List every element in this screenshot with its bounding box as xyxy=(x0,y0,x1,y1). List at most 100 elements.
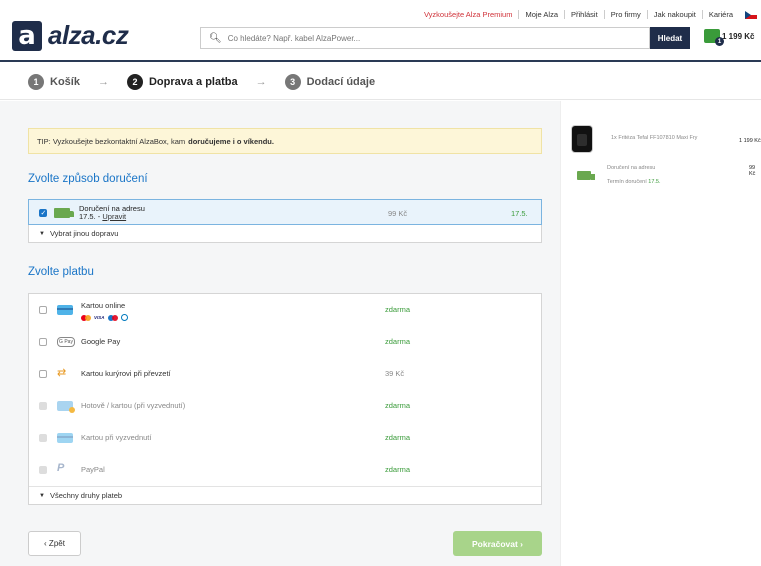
payment-label: Hotově / kartou (při vyzvednutí) xyxy=(81,401,186,410)
back-button[interactable]: ‹ Zpět xyxy=(28,531,81,556)
summary-product: 1x Fritéza Tefal FF107810 Maxi Fry xyxy=(611,135,698,141)
search-button[interactable]: Hledat xyxy=(650,27,690,49)
payment-price: 39 Kč xyxy=(385,369,405,378)
maestro-icon xyxy=(107,314,118,321)
truck-icon xyxy=(54,208,74,218)
step-delivery-details: 3 Dodací údaje xyxy=(284,73,376,90)
payment-checkbox xyxy=(39,466,47,474)
delivery-options: Doručení na adresu 17.5. - Upravit 99 Kč… xyxy=(28,199,542,243)
choose-other-delivery[interactable]: ▼ Vybrat jinou dopravu xyxy=(29,224,541,242)
choose-other-delivery-label: Vybrat jinou dopravu xyxy=(49,229,119,238)
payment-option-google-pay[interactable]: G Pay Google Pay zdarma xyxy=(29,326,541,358)
payment-price: zdarma xyxy=(385,401,411,410)
main-content: TIP: Vyzkoušejte bezkontaktní AlzaBox, k… xyxy=(0,101,560,566)
cart-icon: 1 xyxy=(704,29,724,46)
my-alza-link[interactable]: Moje Alza xyxy=(518,10,564,19)
business-link[interactable]: Pro firmy xyxy=(603,10,647,19)
top-links: Vyzkoušejte Alza Premium Moje Alza Přihl… xyxy=(418,10,761,19)
payment-checkbox[interactable] xyxy=(39,338,47,346)
credit-card-icon xyxy=(57,305,73,315)
edit-delivery-link[interactable]: Upravit xyxy=(102,212,126,221)
summary-term: Termín doručení 17.5. xyxy=(607,179,661,185)
card-exchange-icon: ⇄ xyxy=(57,367,67,379)
payment-option-card-courier[interactable]: ⇄ Kartou kurýrovi při převzetí 39 Kč xyxy=(29,358,541,390)
summary-product-price: 1 199 Kč xyxy=(739,138,761,144)
step-number: 3 xyxy=(284,73,301,90)
delivery-option-date: 17.5. - xyxy=(79,212,101,221)
payment-price: zdarma xyxy=(385,305,411,314)
tip-banner: TIP: Vyzkoušejte bezkontaktní AlzaBox, k… xyxy=(28,128,542,154)
delivery-date: 17.5. xyxy=(511,209,528,218)
top-bar: a alza.cz Vyzkoušejte Alza Premium Moje … xyxy=(0,0,761,62)
truck-icon xyxy=(577,171,595,180)
step-number: 2 xyxy=(126,73,143,90)
payment-checkbox[interactable] xyxy=(39,370,47,378)
delivery-title: Zvolte způsob doručení xyxy=(28,173,148,185)
payment-label: Kartou kurýrovi při převzetí xyxy=(81,369,171,378)
payment-price: zdarma xyxy=(385,433,411,442)
payment-options: Kartou online VISA zdarma G Pay Google P… xyxy=(28,293,542,505)
delivery-option-text: Doručení na adresu 17.5. - Upravit xyxy=(79,205,145,221)
summary-delivery-label: Doručení na adresu xyxy=(607,165,656,171)
step-label: Dodací údaje xyxy=(306,75,376,88)
payment-option-card-online[interactable]: Kartou online VISA zdarma xyxy=(29,294,541,326)
how-to-buy-link[interactable]: Jak nakoupit xyxy=(646,10,702,19)
delivery-option-address[interactable]: Doručení na adresu 17.5. - Upravit 99 Kč… xyxy=(28,199,542,225)
search-bar: 🔍︎ xyxy=(200,27,650,49)
checkout-steps: 1 Košík → 2 Doprava a platba → 3 Dodací … xyxy=(0,64,761,100)
payment-price: zdarma xyxy=(385,337,411,346)
step-label: Košík xyxy=(50,75,80,88)
premium-link[interactable]: Vyzkoušejte Alza Premium xyxy=(418,10,519,19)
tip-text: TIP: Vyzkoušejte bezkontaktní AlzaBox, k… xyxy=(37,136,186,146)
caret-down-icon: ▼ xyxy=(39,230,45,237)
cart-count: 1 xyxy=(715,37,724,46)
delivery-option-subline: 17.5. - Upravit xyxy=(79,213,145,221)
payment-label: PayPal xyxy=(81,465,105,474)
payment-checkbox xyxy=(39,434,47,442)
delivery-checkbox[interactable] xyxy=(39,209,47,217)
cart[interactable]: 1 1 199 Kč xyxy=(704,29,755,46)
search-input[interactable] xyxy=(227,33,628,43)
paypal-icon: P xyxy=(57,462,65,474)
summary-term-label: Termín doručení xyxy=(607,179,647,185)
payment-option-paypal: P PayPal zdarma xyxy=(29,454,541,486)
payment-title: Zvolte platbu xyxy=(28,266,94,278)
login-link[interactable]: Přihlásit xyxy=(564,10,604,19)
payment-option-cash-pickup: Hotově / kartou (při vyzvednutí) zdarma xyxy=(29,390,541,422)
arrow-right-icon: → xyxy=(255,75,267,88)
logo-mark: a xyxy=(12,20,42,51)
summary-delivery-price: 99 Kč xyxy=(749,165,756,177)
search-icon: 🔍︎ xyxy=(209,32,222,44)
step-label: Doprava a platba xyxy=(148,75,238,88)
all-payment-types-label: Všechny druhy plateb xyxy=(49,491,123,500)
step-cart[interactable]: 1 Košík xyxy=(28,73,80,90)
alza-logo[interactable]: a alza.cz xyxy=(12,20,129,51)
payment-label: Kartou online xyxy=(81,301,126,310)
order-summary: 1x Fritéza Tefal FF107810 Maxi Fry 1 199… xyxy=(560,101,761,566)
diners-icon xyxy=(120,314,128,321)
delivery-price: 99 Kč xyxy=(388,209,408,218)
all-payment-types[interactable]: ▼ Všechny druhy plateb xyxy=(29,486,541,504)
summary-term-date: 17.5. xyxy=(648,179,661,185)
payment-option-card-pickup: Kartou při vyzvednutí zdarma xyxy=(29,422,541,454)
cash-card-icon xyxy=(57,401,75,413)
card-brand-logos: VISA xyxy=(81,314,128,321)
logo-text: alza.cz xyxy=(48,20,129,50)
credit-card-icon xyxy=(57,433,73,443)
arrow-right-icon: → xyxy=(97,75,109,88)
payment-checkbox xyxy=(39,402,47,410)
czech-flag-icon[interactable] xyxy=(745,10,757,19)
step-shipping-payment: 2 Doprava a platba xyxy=(126,73,238,90)
mastercard-icon xyxy=(81,314,91,321)
continue-button[interactable]: Pokračovat › xyxy=(453,531,542,556)
step-number: 1 xyxy=(28,73,44,90)
career-link[interactable]: Kariéra xyxy=(701,10,739,19)
payment-label: Kartou při vyzvednutí xyxy=(81,433,152,442)
product-thumbnail xyxy=(571,125,593,153)
caret-down-icon: ▼ xyxy=(39,492,45,499)
cart-total: 1 199 Kč xyxy=(722,31,755,41)
payment-checkbox[interactable] xyxy=(39,306,47,314)
visa-icon: VISA xyxy=(94,315,105,320)
payment-price: zdarma xyxy=(385,465,411,474)
payment-label: Google Pay xyxy=(81,337,121,346)
